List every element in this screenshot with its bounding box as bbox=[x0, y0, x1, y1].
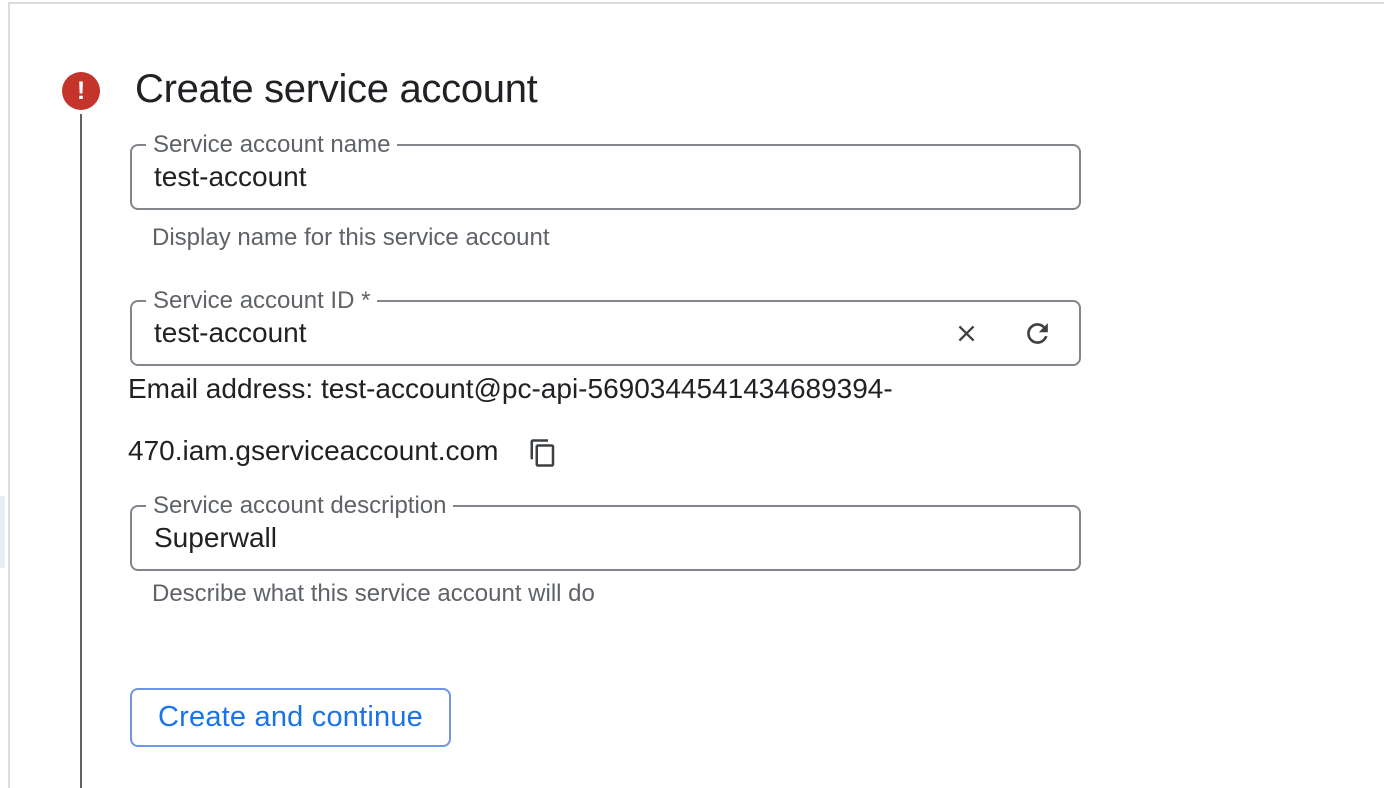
sidebar-highlight-sliver bbox=[0, 496, 5, 568]
error-exclamation-glyph: ! bbox=[77, 72, 85, 110]
email-address-line2: 470.iam.gserviceaccount.com bbox=[128, 435, 498, 466]
service-account-name-label: Service account name bbox=[146, 132, 397, 158]
service-account-id-field: Service account ID * bbox=[130, 300, 1081, 366]
clear-id-button[interactable] bbox=[953, 320, 980, 347]
service-account-description-label: Service account description bbox=[146, 493, 453, 519]
service-account-name-helper: Display name for this service account bbox=[152, 224, 1081, 252]
close-icon bbox=[953, 320, 980, 347]
create-and-continue-button[interactable]: Create and continue bbox=[130, 688, 451, 747]
copy-email-button[interactable] bbox=[528, 438, 558, 468]
service-account-description-field: Service account description bbox=[130, 505, 1081, 571]
panel-top-border bbox=[8, 2, 1384, 4]
stepper-connector-line bbox=[80, 114, 82, 788]
email-address-text: Email address: test-account@pc-api-56903… bbox=[128, 358, 1081, 482]
panel-left-border bbox=[8, 2, 10, 788]
service-account-description-helper: Describe what this service account will … bbox=[152, 580, 1081, 608]
page-title: Create service account bbox=[135, 65, 537, 113]
service-account-name-field: Service account name bbox=[130, 144, 1081, 210]
service-account-id-label: Service account ID * bbox=[146, 288, 377, 314]
copy-icon bbox=[528, 438, 558, 468]
refresh-icon bbox=[1022, 318, 1053, 349]
regenerate-id-button[interactable] bbox=[1022, 318, 1053, 349]
email-address-line1: Email address: test-account@pc-api-56903… bbox=[128, 373, 893, 404]
error-status-icon: ! bbox=[62, 72, 100, 110]
create-service-account-form: Service account name Display name for th… bbox=[130, 144, 1081, 747]
